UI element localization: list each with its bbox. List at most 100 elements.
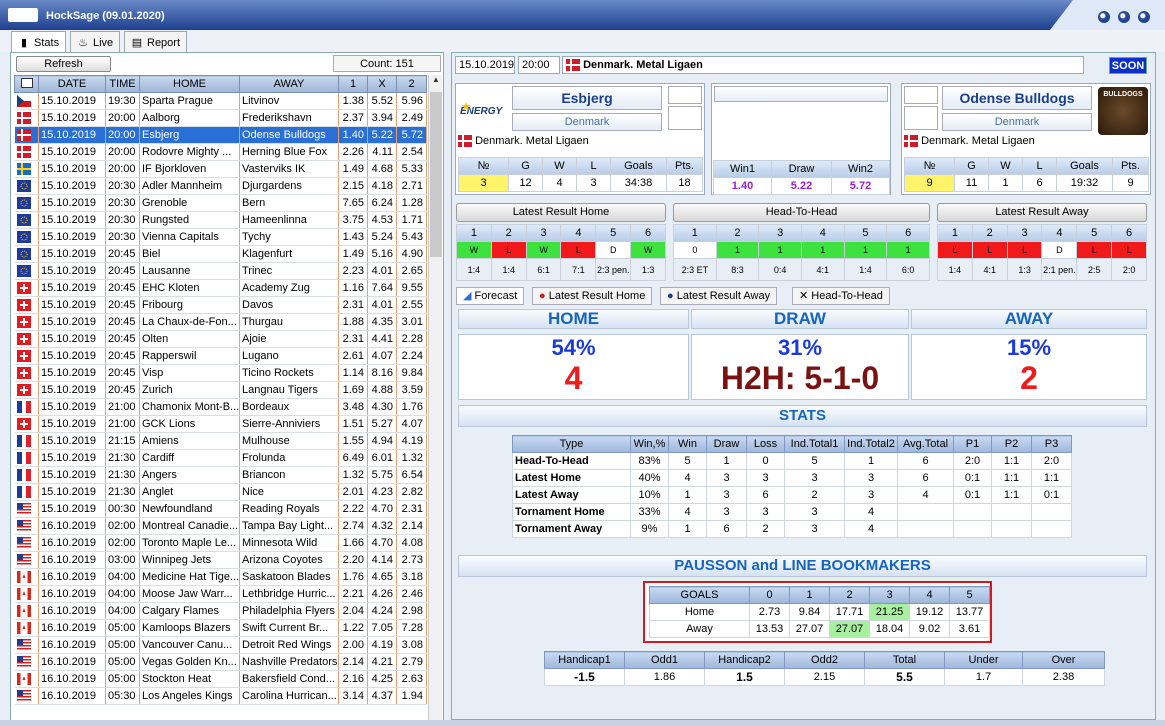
match-row[interactable]: 15.10.2019 20:00 IF Bjorkloven Vasterviks I… (14, 160, 427, 178)
match-row[interactable]: 15.10.2019 20:30 Adler Mannheim Djurgardens… (14, 177, 427, 195)
match-row[interactable]: 16.10.2019 04:00 Calgary Flames Philadelphi… (14, 602, 427, 620)
match-row[interactable]: 15.10.2019 21:15 Amiens Mulhouse 1.55 4.94 4.1… (14, 432, 427, 450)
result-outcome: L (1111, 241, 1147, 259)
col-header-time[interactable]: TIME (105, 75, 140, 93)
match-row[interactable]: 16.10.2019 04:00 Moose Jaw Warr... Lethbrid… (14, 585, 427, 603)
stats-col-header: Win (668, 435, 707, 453)
head-to-head-header[interactable]: Head-To-Head (673, 203, 930, 222)
match-row[interactable]: 16.10.2019 05:00 Kamloops Blazers Swift Cur… (14, 619, 427, 637)
col-header-1[interactable]: 1 (338, 75, 368, 93)
match-row[interactable]: 16.10.2019 05:00 Vancouver Canu... Detroit … (14, 636, 427, 654)
match-row[interactable]: 15.10.2019 21:30 Anglet Nice 2.01 4.23 2.82 (14, 483, 427, 501)
match-row[interactable]: 15.10.2019 20:45 La Chaux-de-Fon... Thurgau… (14, 313, 427, 331)
latest-result-away-header[interactable]: Latest Result Away (937, 203, 1147, 222)
odd-1: 1.76 (338, 568, 368, 586)
match-row[interactable]: 15.10.2019 21:30 Angers Briancon 1.32 5.75 6.5… (14, 466, 427, 484)
minimize-button[interactable] (1098, 11, 1110, 23)
window-title: HockSage (09.01.2020) (46, 10, 165, 22)
match-row[interactable]: 15.10.2019 20:45 Olten Ajoie 2.31 4.41 2.28 (14, 330, 427, 348)
odd-2: 3.18 (396, 568, 427, 586)
match-list-scrollbar[interactable]: ▲ (428, 75, 442, 725)
flag-cell (14, 534, 39, 552)
col-header-2[interactable]: 2 (396, 75, 427, 93)
odd-1: 2.20 (338, 551, 368, 569)
col-header-home[interactable]: HOME (139, 75, 240, 93)
match-row[interactable]: 15.10.2019 19:30 Sparta Prague Litvinov 1.38… (14, 92, 427, 110)
match-row[interactable]: 16.10.2019 03:00 Winnipeg Jets Arizona Coyo… (14, 551, 427, 569)
match-row[interactable]: 16.10.2019 02:00 Toronto Maple Le... Minnes… (14, 534, 427, 552)
col-header-x[interactable]: X (367, 75, 397, 93)
col-header-away[interactable]: AWAY (239, 75, 339, 93)
match-row[interactable]: 16.10.2019 04:00 Medicine Hat Tige... Saska… (14, 568, 427, 586)
odd-2: 9.84 (396, 364, 427, 382)
match-row[interactable]: 15.10.2019 20:30 Grenoble Bern 7.65 6.24 1.28 (14, 194, 427, 212)
helmet-icon: ● (667, 290, 674, 302)
match-row[interactable]: 15.10.2019 20:45 Lausanne Trinec 2.23 4.01 2.6… (14, 262, 427, 280)
latest-result-home-table: 1 2 3 4 5 6 W L W L D W 1:4 1:4 6:1 7:1 2:3 pen. 1:3 (456, 224, 666, 281)
result-score: 2:5 (1076, 258, 1113, 281)
match-row[interactable]: 15.10.2019 20:00 Aalborg Frederikshavn 2.37 3… (14, 109, 427, 127)
flag-us-icon (16, 554, 31, 567)
odd-1: 2.14 (338, 653, 368, 671)
tab-stats[interactable]: ▮ Stats (11, 31, 67, 52)
flag-cell (14, 517, 39, 535)
refresh-button[interactable]: Refresh (16, 56, 111, 72)
match-row[interactable]: 15.10.2019 20:00 Esbjerg Odense Bulldogs 1.4… (14, 126, 427, 144)
match-away: Mulhouse (239, 432, 339, 450)
pausson-cell: 19.12 (909, 603, 950, 621)
result-outcome: 1 (886, 241, 930, 259)
match-list-panel: Refresh Count: 151 DATE TIME HOME AWAY 1 X 2 1… (10, 52, 444, 726)
col-flag[interactable] (14, 75, 39, 93)
odd-x: 4.94 (367, 432, 397, 450)
match-row[interactable]: 15.10.2019 20:45 Rapperswil Lugano 2.61 4.07 2… (14, 347, 427, 365)
maximize-button[interactable] (1118, 11, 1130, 23)
col-header-date[interactable]: DATE (38, 75, 106, 93)
match-row[interactable]: 16.10.2019 05:00 Vegas Golden Kn... Nashvil… (14, 653, 427, 671)
subtab-latest-result-home[interactable]: ● Latest Result Home (532, 287, 653, 305)
match-row[interactable]: 15.10.2019 20:30 Vienna Capitals Tychy 1.43 5… (14, 228, 427, 246)
tab-live[interactable]: ♨ Live (70, 31, 121, 52)
subtab-h2h-label: Head-To-Head (811, 290, 883, 302)
home-team-name[interactable]: Esbjerg (512, 86, 662, 110)
match-row[interactable]: 15.10.2019 21:00 GCK Lions Sierre-Anniviers… (14, 415, 427, 433)
match-row[interactable]: 15.10.2019 20:45 Zurich Langnau Tigers 1.69 4… (14, 381, 427, 399)
odds-col-header: Win2 (831, 160, 890, 178)
match-row[interactable]: 16.10.2019 05:30 Los Angeles Kings Carolina… (14, 687, 427, 705)
close-button[interactable] (1138, 11, 1150, 23)
match-row[interactable]: 15.10.2019 20:45 Biel Klagenfurt 1.49 5.16 4.9… (14, 245, 427, 263)
match-row[interactable]: 16.10.2019 02:00 Montreal Canadie... Tampa … (14, 517, 427, 535)
tab-report[interactable]: ▤ Report (124, 31, 188, 52)
scroll-up-icon[interactable]: ▲ (429, 75, 443, 90)
odd-2: 3.08 (396, 636, 427, 654)
match-row[interactable]: 15.10.2019 20:45 Fribourg Davos 2.31 4.01 2.55 (14, 296, 427, 314)
match-row[interactable]: 15.10.2019 20:45 Visp Ticino Rockets 1.14 8.1… (14, 364, 427, 382)
odd-2: 2.71 (396, 177, 427, 195)
subtab-forecast[interactable]: ◢ Forecast (456, 287, 525, 305)
flag-ch-icon (16, 299, 31, 312)
match-row[interactable]: 15.10.2019 20:45 EHC Kloten Academy Zug 1.16… (14, 279, 427, 297)
flag-cell (14, 432, 39, 450)
scroll-thumb[interactable] (430, 92, 442, 257)
home-col-header: L (576, 157, 611, 175)
flag-us-icon (16, 503, 31, 516)
stats-cell: 3 (746, 503, 785, 521)
match-date: 15.10.2019 (38, 211, 106, 229)
match-date: 15.10.2019 (38, 296, 106, 314)
latest-result-home-header[interactable]: Latest Result Home (456, 203, 666, 222)
flag-cell (14, 313, 39, 331)
match-row[interactable]: 15.10.2019 21:00 Chamonix Mont-B... Bordeau… (14, 398, 427, 416)
pausson-row: Away 13.53 27.07 27.07 18.04 9.02 3.61 (649, 620, 990, 638)
away-team-name[interactable]: Odense Bulldogs (942, 86, 1092, 110)
flag-dk-icon (458, 135, 472, 148)
match-row[interactable]: 15.10.2019 00:30 Newfoundland Reading Royal… (14, 500, 427, 518)
match-away: Nashville Predators (239, 653, 339, 671)
stats-cell: 0:1 (1031, 486, 1072, 504)
subtab-head-to-head[interactable]: ✕ Head-To-Head (792, 287, 890, 305)
match-row[interactable]: 16.10.2019 05:00 Stockton Heat Bakersfield … (14, 670, 427, 688)
match-row[interactable]: 15.10.2019 20:00 Rodovre Mighty ... Herning… (14, 143, 427, 161)
subtab-latest-result-away[interactable]: ● Latest Result Away (660, 287, 778, 305)
flag-eu-icon (16, 265, 31, 278)
match-row[interactable]: 15.10.2019 20:30 Rungsted Hameenlinna 3.75 4.… (14, 211, 427, 229)
flag-cell (14, 245, 39, 263)
match-row[interactable]: 15.10.2019 21:30 Cardiff Frolunda 6.49 6.01 1.… (14, 449, 427, 467)
